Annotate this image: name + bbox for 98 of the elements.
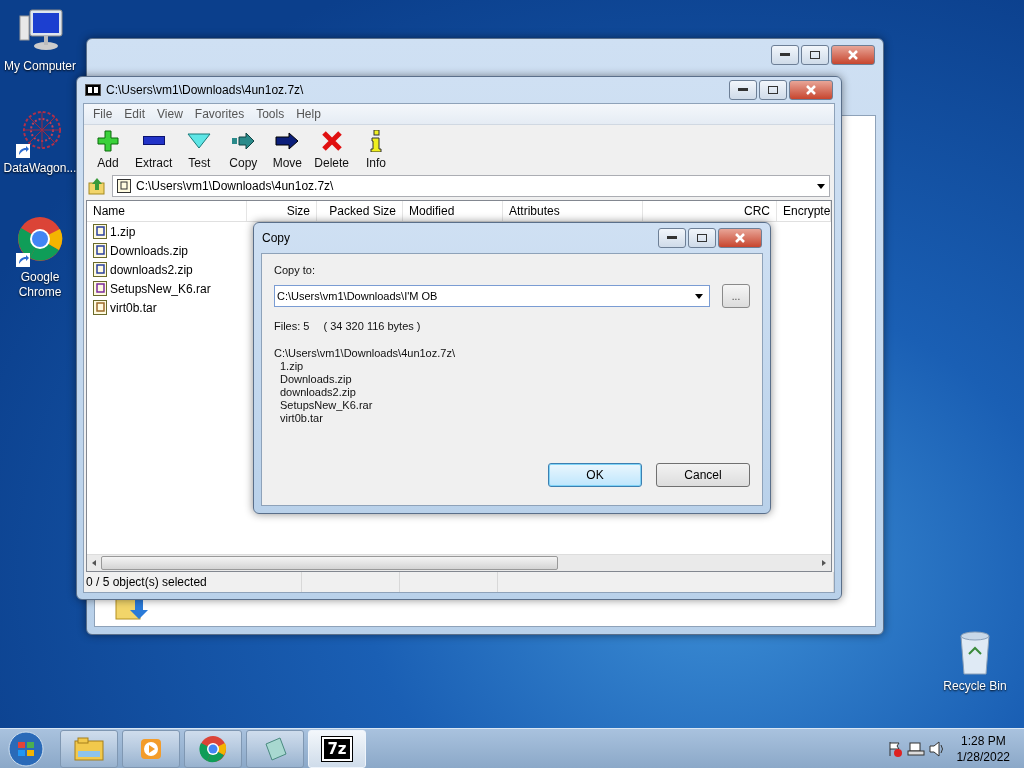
file-name[interactable]: 1.zip [110,224,136,239]
dialog-title: Copy [262,231,291,245]
chrome-icon [16,215,64,263]
file-name[interactable]: virt0b.tar [110,300,157,315]
toolbar-button[interactable]: Add [88,129,128,170]
column-header[interactable]: CRC [643,201,777,221]
desktop-icon-label[interactable]: My Computer [4,59,76,74]
file-list-item: Downloads.zip [280,373,353,386]
bytes-total: ( 34 320 116 bytes ) [323,320,421,333]
close-icon [735,233,745,243]
source-path: C:\Users\vm1\Downloads\4un1oz.7z\ [274,347,456,360]
chevron-icon [187,133,212,149]
notepad-icon [262,735,288,762]
media-player-icon [139,736,163,761]
computer-icon [16,8,64,52]
file-list-item: 1.zip [280,360,305,373]
menu-item[interactable]: Favorites [189,106,250,122]
speaker-icon[interactable] [928,740,945,757]
horizontal-scrollbar[interactable] [87,554,831,571]
minimize-icon [667,236,677,240]
column-header[interactable]: Attributes [503,201,643,221]
files-count: Files: 5 [274,320,310,333]
browse-button[interactable]: ... [722,284,750,308]
file-list-item: downloads2.zip [280,386,357,399]
column-header[interactable]: Encrypte [777,201,831,221]
up-folder-icon[interactable] [88,177,106,195]
status-text: 0 / 5 object(s) selected [84,572,302,592]
archive-file-icon [117,179,131,193]
ok-button[interactable]: OK [548,463,642,487]
menu-item[interactable]: Tools [251,106,290,122]
chrome-icon [199,734,227,763]
menu-item[interactable]: File [88,106,118,122]
dropdown-icon [695,293,703,299]
column-header[interactable]: Modified [403,201,503,221]
minimize-button[interactable] [658,228,686,248]
toolbar-button[interactable]: Test [179,129,220,170]
close-icon [806,85,816,95]
minimize-icon [780,53,790,57]
network-icon[interactable] [906,740,925,757]
minimize-button[interactable] [729,80,757,100]
maximize-icon [768,86,778,94]
info-icon [370,130,383,152]
minimize-icon [738,88,748,92]
toolbar-button[interactable]: Delete [311,129,353,170]
folder-icon [74,736,104,761]
maximize-button[interactable] [759,80,787,100]
dropdown-icon [817,183,825,189]
minimize-button[interactable] [771,45,799,65]
toolbar-button[interactable]: Move [267,129,308,170]
column-header[interactable]: Name [87,201,247,221]
arrow-icon [275,132,300,150]
toolbar-button[interactable]: Info [356,129,397,170]
field-label: Copy to: [274,264,316,277]
destination-field[interactable]: C:\Users\vm1\Downloads\I'M OB [274,285,710,307]
file-name[interactable]: downloads2.zip [110,262,193,277]
desktop-icon-label[interactable]: DataWagon... [3,161,77,176]
file-name[interactable]: Downloads.zip [110,243,189,258]
archive-file-icon [93,262,107,277]
toolbar-button[interactable]: Extract [132,129,176,170]
maximize-button[interactable] [688,228,716,248]
window-title: C:\Users\vm1\Downloads\4un1oz.7z\ [106,83,305,97]
close-button[interactable] [718,228,762,248]
maximize-button[interactable] [801,45,829,65]
flag-icon[interactable] [886,740,903,757]
close-icon [848,50,858,60]
plus-icon [97,130,119,152]
menu-item[interactable]: Edit [119,106,151,122]
cancel-button[interactable]: Cancel [656,463,750,487]
archive-file-icon [93,224,107,239]
taskbar-button[interactable] [184,729,242,768]
desktop-icon-label[interactable]: Google Chrome [10,270,70,300]
clock-date[interactable]: 1/28/2022 [956,748,1010,765]
recycle-bin-icon [957,630,993,676]
maximize-icon [810,51,820,59]
maximize-icon [697,234,707,242]
file-list-item: virt0b.tar [280,412,324,425]
archive-file-icon [93,281,107,296]
clock-time[interactable]: 1:28 PM [960,732,1006,749]
column-header[interactable]: Packed Size [317,201,403,221]
arrow-icon [231,132,256,150]
taskbar-button[interactable] [122,729,180,768]
menu-item[interactable]: View [152,106,188,122]
archiver-logo: 7z [322,736,352,761]
toolbar-button[interactable]: Copy [223,129,264,170]
file-list-item: SetupsNew_K6.rar [280,399,374,412]
close-button[interactable] [831,45,875,65]
archive-app-icon [85,84,101,96]
archive-file-icon [93,300,107,315]
column-header[interactable]: Size [247,201,317,221]
path-field[interactable]: C:\Users\vm1\Downloads\4un1oz.7z\ [112,175,830,197]
close-button[interactable] [789,80,833,100]
menu-item[interactable]: Help [291,106,326,122]
desktop-icon-label[interactable]: Recycle Bin [943,679,1007,694]
minus-icon [142,136,165,146]
cross-icon [321,131,342,151]
file-name[interactable]: SetupsNew_K6.rar [110,281,211,296]
taskbar-button[interactable]: 7z [308,729,366,768]
archive-file-icon [93,243,107,258]
